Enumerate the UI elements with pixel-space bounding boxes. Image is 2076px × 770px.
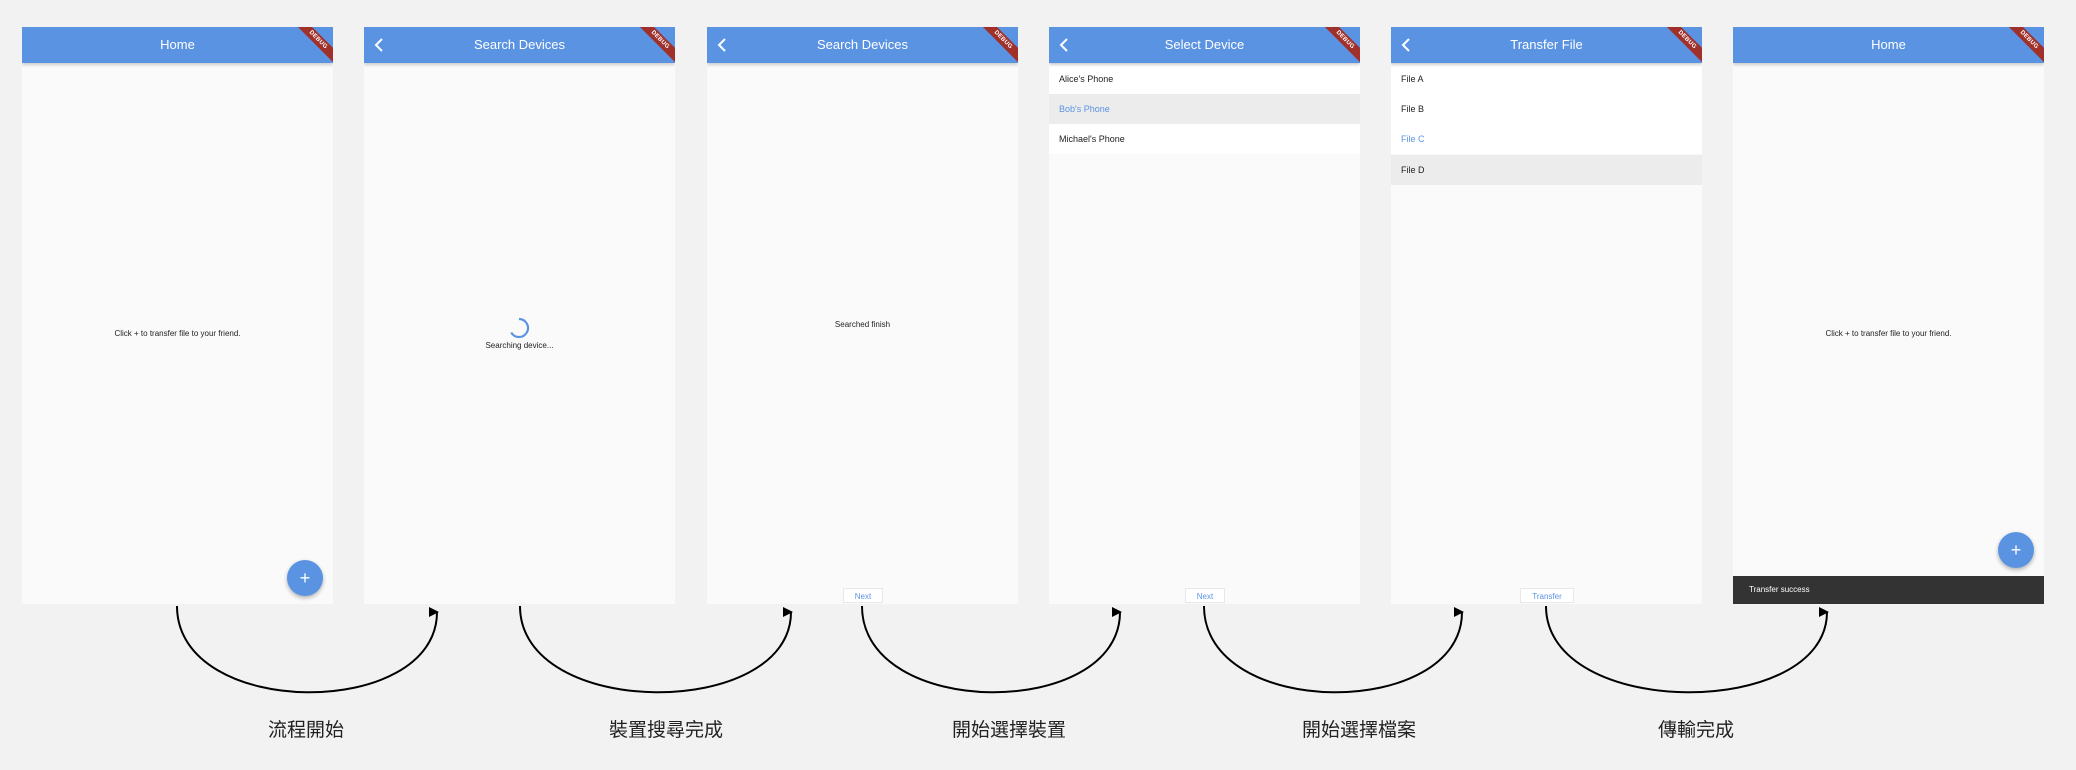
- flow-arrow-icon: [1203, 605, 1464, 694]
- debug-banner-label: DEBUG: [2008, 27, 2044, 63]
- caption-transfer-complete: 傳輸完成: [1657, 719, 1735, 741]
- app-bar-title: Home: [160, 37, 195, 52]
- debug-banner-label: DEBUG: [297, 27, 333, 63]
- app-bar: Search Devices DEBUG: [364, 27, 675, 63]
- flow-arrow-icon: [519, 605, 793, 694]
- debug-banner: DEBUG: [1666, 27, 1702, 63]
- app-bar: Search Devices DEBUG: [707, 27, 1018, 63]
- app-bar: Select Device DEBUG: [1049, 27, 1360, 63]
- debug-banner: DEBUG: [982, 27, 1018, 63]
- caption-flow-start: 流程開始: [267, 719, 345, 741]
- debug-banner: DEBUG: [2008, 27, 2044, 63]
- flow-arrow-icon: [176, 605, 439, 694]
- app-bar-title: Search Devices: [816, 37, 909, 52]
- flow-arrow-icon: [861, 605, 1122, 694]
- debug-banner-label: DEBUG: [1324, 27, 1360, 63]
- debug-banner-label: DEBUG: [1666, 27, 1702, 63]
- flow-arrow-icon: [1545, 605, 1829, 694]
- app-bar-title: Search Devices: [473, 37, 566, 52]
- app-bar-title: Transfer File: [1510, 37, 1583, 52]
- debug-banner: DEBUG: [639, 27, 675, 63]
- app-bar: Transfer File DEBUG: [1391, 27, 1702, 63]
- caption-select-device: 開始選擇裝置: [951, 719, 1067, 741]
- app-bar-title: Select Device: [1164, 37, 1245, 52]
- app-bar: Home DEBUG: [1733, 27, 2044, 63]
- debug-banner-label: DEBUG: [982, 27, 1018, 63]
- debug-banner-label: DEBUG: [639, 27, 675, 63]
- debug-banner: DEBUG: [1324, 27, 1360, 63]
- caption-select-file: 開始選擇檔案: [1301, 719, 1417, 741]
- caption-search-complete: 裝置搜尋完成: [608, 719, 724, 741]
- debug-banner: DEBUG: [297, 27, 333, 63]
- flow-arrows: [176, 605, 1829, 694]
- app-bar: Home DEBUG: [22, 27, 333, 63]
- app-bar-title: Home: [1871, 37, 1906, 52]
